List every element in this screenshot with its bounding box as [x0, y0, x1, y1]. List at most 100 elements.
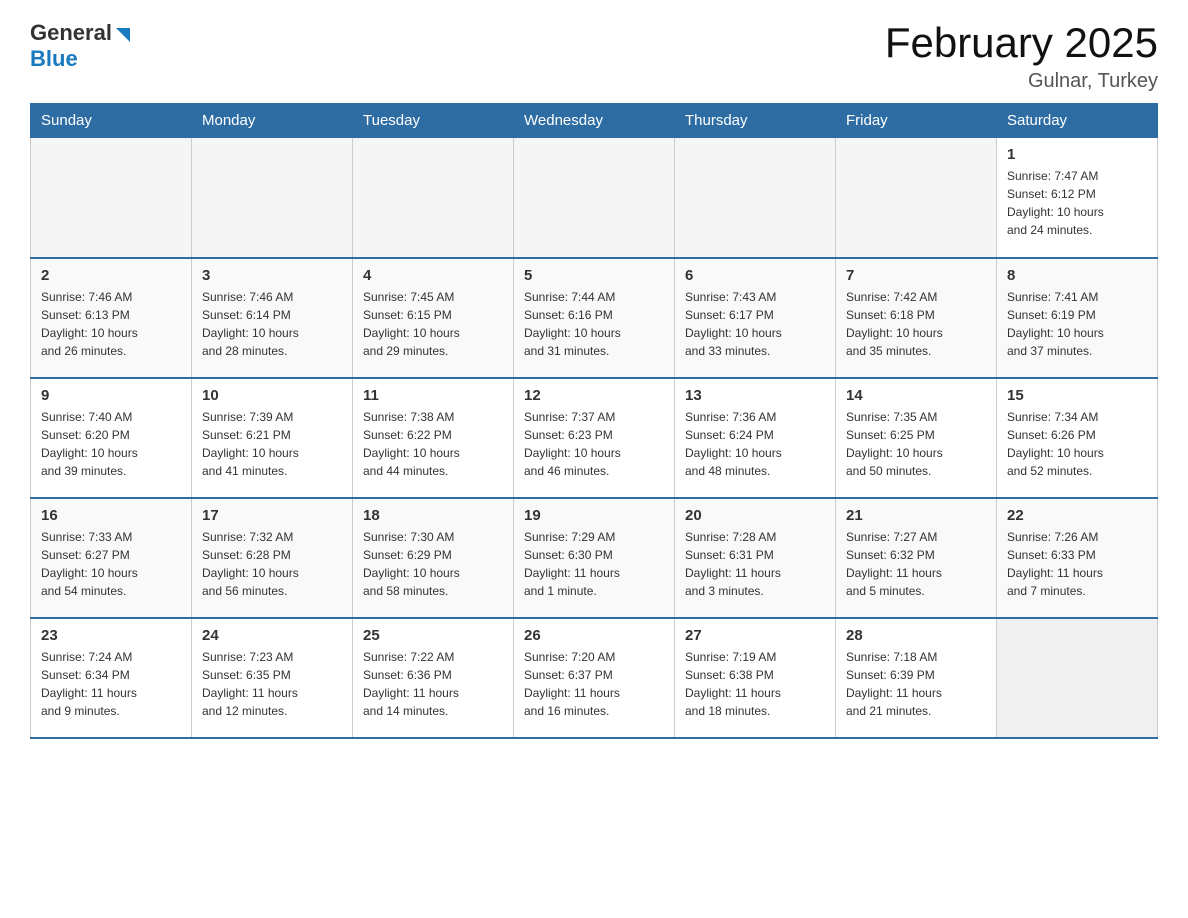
day-number: 23 — [41, 627, 181, 644]
column-header-monday: Monday — [192, 104, 353, 138]
day-info: Sunrise: 7:19 AM Sunset: 6:38 PM Dayligh… — [685, 648, 825, 720]
calendar-cell: 22Sunrise: 7:26 AM Sunset: 6:33 PM Dayli… — [997, 498, 1158, 618]
title-area: February 2025 Gulnar, Turkey — [885, 20, 1158, 93]
calendar-cell: 16 Sunrise: 7:33 AM Sunset: 6:27 PM Dayli… — [31, 498, 192, 618]
calendar-cell: 9Sunrise: 7:40 AM Sunset: 6:20 PM Daylig… — [31, 378, 192, 498]
calendar-cell: 26 Sunrise: 7:20 AM Sunset: 6:37 PM Dayli… — [514, 618, 675, 738]
calendar-cell: 12 Sunrise: 7:37 AM Sunset: 6:23 PM Dayli… — [514, 378, 675, 498]
day-info: Sunrise: 7:40 AM Sunset: 6:20 PM Dayligh… — [41, 408, 181, 480]
day-info: Sunrise: 7:33 AM Sunset: 6:27 PM Dayligh… — [41, 528, 181, 600]
calendar-cell: 17 Sunrise: 7:32 AM Sunset: 6:28 PM Dayli… — [192, 498, 353, 618]
calendar-cell: 8 Sunrise: 7:41 AM Sunset: 6:19 PM Daylig… — [997, 258, 1158, 378]
calendar-cell: 20 Sunrise: 7:28 AM Sunset: 6:31 PM Dayli… — [675, 498, 836, 618]
day-number: 17 — [202, 507, 342, 524]
day-info: Sunrise: 7:42 AM Sunset: 6:18 PM Dayligh… — [846, 288, 986, 360]
day-number: 5 — [524, 267, 664, 284]
page-header: General Blue February 2025 Gulnar, Turke… — [30, 20, 1158, 93]
day-number: 19 — [524, 507, 664, 524]
calendar-cell — [192, 138, 353, 258]
day-number: 2 — [41, 267, 181, 284]
logo: General Blue — [30, 20, 134, 72]
calendar-week-row: 23 Sunrise: 7:24 AM Sunset: 6:34 PM Dayli… — [31, 618, 1158, 738]
day-info: Sunrise: 7:30 AM Sunset: 6:29 PM Dayligh… — [363, 528, 503, 600]
day-number: 7 — [846, 267, 986, 284]
calendar-cell — [353, 138, 514, 258]
day-info: Sunrise: 7:24 AM Sunset: 6:34 PM Dayligh… — [41, 648, 181, 720]
day-number: 21 — [846, 507, 986, 524]
day-number: 24 — [202, 627, 342, 644]
column-header-friday: Friday — [836, 104, 997, 138]
day-info: Sunrise: 7:47 AM Sunset: 6:12 PM Dayligh… — [1007, 167, 1147, 239]
day-number: 28 — [846, 627, 986, 644]
calendar-cell: 19 Sunrise: 7:29 AM Sunset: 6:30 PM Dayli… — [514, 498, 675, 618]
column-header-sunday: Sunday — [31, 104, 192, 138]
calendar-week-row: 1 Sunrise: 7:47 AM Sunset: 6:12 PM Daylig… — [31, 138, 1158, 258]
day-info: Sunrise: 7:28 AM Sunset: 6:31 PM Dayligh… — [685, 528, 825, 600]
calendar-cell — [31, 138, 192, 258]
day-number: 1 — [1007, 146, 1147, 163]
logo-blue-text: Blue — [30, 46, 134, 72]
logo-arrow-icon — [112, 24, 134, 46]
calendar-cell: 21 Sunrise: 7:27 AM Sunset: 6:32 PM Dayli… — [836, 498, 997, 618]
column-header-wednesday: Wednesday — [514, 104, 675, 138]
calendar-cell: 1 Sunrise: 7:47 AM Sunset: 6:12 PM Daylig… — [997, 138, 1158, 258]
day-info: Sunrise: 7:46 AM Sunset: 6:14 PM Dayligh… — [202, 288, 342, 360]
calendar-cell: 11 Sunrise: 7:38 AM Sunset: 6:22 PM Dayli… — [353, 378, 514, 498]
calendar-cell: 13Sunrise: 7:36 AM Sunset: 6:24 PM Dayli… — [675, 378, 836, 498]
day-info: Sunrise: 7:27 AM Sunset: 6:32 PM Dayligh… — [846, 528, 986, 600]
calendar-cell — [836, 138, 997, 258]
logo-general-text: General — [30, 20, 112, 46]
calendar-week-row: 16 Sunrise: 7:33 AM Sunset: 6:27 PM Dayli… — [31, 498, 1158, 618]
calendar-week-row: 2 Sunrise: 7:46 AM Sunset: 6:13 PM Daylig… — [31, 258, 1158, 378]
day-number: 12 — [524, 387, 664, 404]
calendar-cell: 3 Sunrise: 7:46 AM Sunset: 6:14 PM Daylig… — [192, 258, 353, 378]
day-info: Sunrise: 7:18 AM Sunset: 6:39 PM Dayligh… — [846, 648, 986, 720]
logo-text: General Blue — [30, 20, 134, 72]
calendar-header-row: SundayMondayTuesdayWednesdayThursdayFrid… — [31, 104, 1158, 138]
calendar-cell: 14 Sunrise: 7:35 AM Sunset: 6:25 PM Dayli… — [836, 378, 997, 498]
day-number: 16 — [41, 507, 181, 524]
day-info: Sunrise: 7:35 AM Sunset: 6:25 PM Dayligh… — [846, 408, 986, 480]
calendar-cell: 5 Sunrise: 7:44 AM Sunset: 6:16 PM Daylig… — [514, 258, 675, 378]
day-info: Sunrise: 7:34 AM Sunset: 6:26 PM Dayligh… — [1007, 408, 1147, 480]
day-number: 22 — [1007, 507, 1147, 524]
column-header-thursday: Thursday — [675, 104, 836, 138]
day-number: 8 — [1007, 267, 1147, 284]
day-info: Sunrise: 7:46 AM Sunset: 6:13 PM Dayligh… — [41, 288, 181, 360]
calendar-cell: 7 Sunrise: 7:42 AM Sunset: 6:18 PM Daylig… — [836, 258, 997, 378]
calendar-table: SundayMondayTuesdayWednesdayThursdayFrid… — [30, 103, 1158, 739]
calendar-cell: 10 Sunrise: 7:39 AM Sunset: 6:21 PM Dayli… — [192, 378, 353, 498]
calendar-cell: 6Sunrise: 7:43 AM Sunset: 6:17 PM Daylig… — [675, 258, 836, 378]
day-number: 10 — [202, 387, 342, 404]
day-number: 4 — [363, 267, 503, 284]
day-number: 26 — [524, 627, 664, 644]
day-number: 25 — [363, 627, 503, 644]
day-number: 27 — [685, 627, 825, 644]
day-number: 13 — [685, 387, 825, 404]
day-info: Sunrise: 7:29 AM Sunset: 6:30 PM Dayligh… — [524, 528, 664, 600]
day-info: Sunrise: 7:45 AM Sunset: 6:15 PM Dayligh… — [363, 288, 503, 360]
calendar-cell: 27 Sunrise: 7:19 AM Sunset: 6:38 PM Dayli… — [675, 618, 836, 738]
day-number: 11 — [363, 387, 503, 404]
day-info: Sunrise: 7:39 AM Sunset: 6:21 PM Dayligh… — [202, 408, 342, 480]
day-number: 3 — [202, 267, 342, 284]
calendar-cell — [675, 138, 836, 258]
day-number: 6 — [685, 267, 825, 284]
day-info: Sunrise: 7:32 AM Sunset: 6:28 PM Dayligh… — [202, 528, 342, 600]
day-number: 20 — [685, 507, 825, 524]
day-info: Sunrise: 7:20 AM Sunset: 6:37 PM Dayligh… — [524, 648, 664, 720]
calendar-cell: 25 Sunrise: 7:22 AM Sunset: 6:36 PM Dayli… — [353, 618, 514, 738]
day-info: Sunrise: 7:22 AM Sunset: 6:36 PM Dayligh… — [363, 648, 503, 720]
calendar-cell: 28 Sunrise: 7:18 AM Sunset: 6:39 PM Dayli… — [836, 618, 997, 738]
column-header-tuesday: Tuesday — [353, 104, 514, 138]
day-info: Sunrise: 7:41 AM Sunset: 6:19 PM Dayligh… — [1007, 288, 1147, 360]
calendar-cell: 15 Sunrise: 7:34 AM Sunset: 6:26 PM Dayli… — [997, 378, 1158, 498]
calendar-cell: 2 Sunrise: 7:46 AM Sunset: 6:13 PM Daylig… — [31, 258, 192, 378]
calendar-week-row: 9Sunrise: 7:40 AM Sunset: 6:20 PM Daylig… — [31, 378, 1158, 498]
day-info: Sunrise: 7:37 AM Sunset: 6:23 PM Dayligh… — [524, 408, 664, 480]
day-number: 15 — [1007, 387, 1147, 404]
day-info: Sunrise: 7:44 AM Sunset: 6:16 PM Dayligh… — [524, 288, 664, 360]
day-number: 14 — [846, 387, 986, 404]
day-info: Sunrise: 7:38 AM Sunset: 6:22 PM Dayligh… — [363, 408, 503, 480]
calendar-cell: 18Sunrise: 7:30 AM Sunset: 6:29 PM Dayli… — [353, 498, 514, 618]
